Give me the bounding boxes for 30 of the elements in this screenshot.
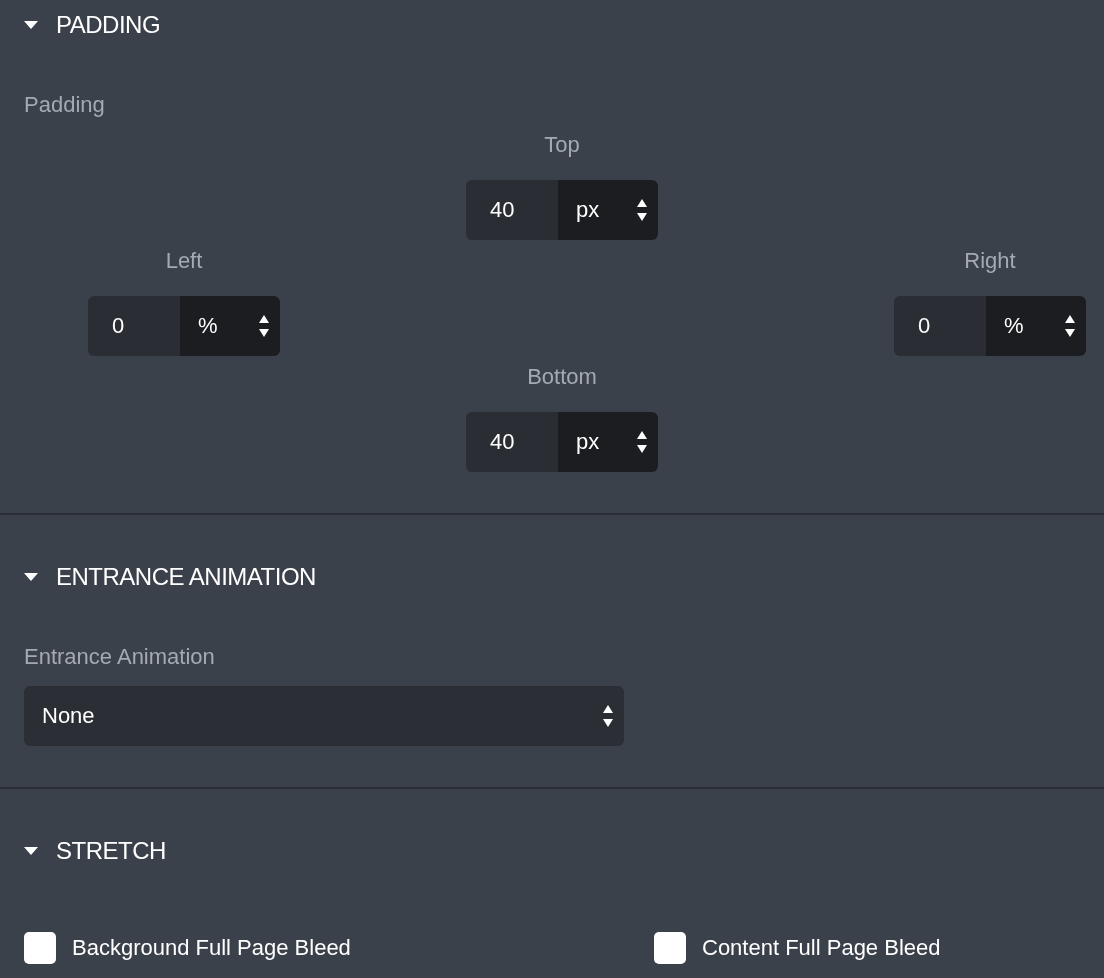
field-label: Entrance Animation — [24, 644, 216, 670]
number-input[interactable]: 40 — [466, 412, 558, 472]
checkbox[interactable] — [654, 932, 686, 964]
up-down-arrows-icon — [636, 198, 648, 222]
up-down-arrows-icon — [602, 704, 614, 728]
number-input[interactable]: 0 — [88, 296, 180, 356]
field-label: Bottom — [527, 363, 597, 390]
caret-down-icon — [24, 847, 38, 855]
checkbox-label: Background Full Page Bleed — [72, 935, 351, 961]
field-label: Top — [544, 132, 580, 158]
unit-dropdown[interactable]: px — [558, 180, 658, 240]
unit-dropdown[interactable]: % — [986, 296, 1086, 356]
field-label: Right — [964, 247, 1016, 274]
section-header[interactable]: ENTRANCE ANIMATION — [0, 552, 1104, 602]
checkbox-label: Content Full Page Bleed — [702, 935, 941, 961]
checkbox[interactable] — [24, 932, 56, 964]
number-input[interactable]: 0 — [894, 296, 986, 356]
up-down-arrows-icon — [636, 430, 648, 454]
number-input[interactable]: 40 — [466, 180, 558, 240]
section-header[interactable]: PADDING — [0, 0, 1104, 50]
up-down-arrows-icon — [258, 314, 270, 338]
section-header[interactable]: STRETCH — [0, 826, 1104, 876]
caret-down-icon — [24, 21, 38, 29]
field-label: Left — [165, 247, 203, 274]
caret-down-icon — [24, 573, 38, 581]
unit-dropdown[interactable]: px — [558, 412, 658, 472]
field-label: Padding — [24, 92, 106, 118]
unit-dropdown[interactable]: % — [180, 296, 280, 356]
up-down-arrows-icon — [1064, 314, 1076, 338]
animation-dropdown[interactable]: None — [24, 686, 624, 746]
